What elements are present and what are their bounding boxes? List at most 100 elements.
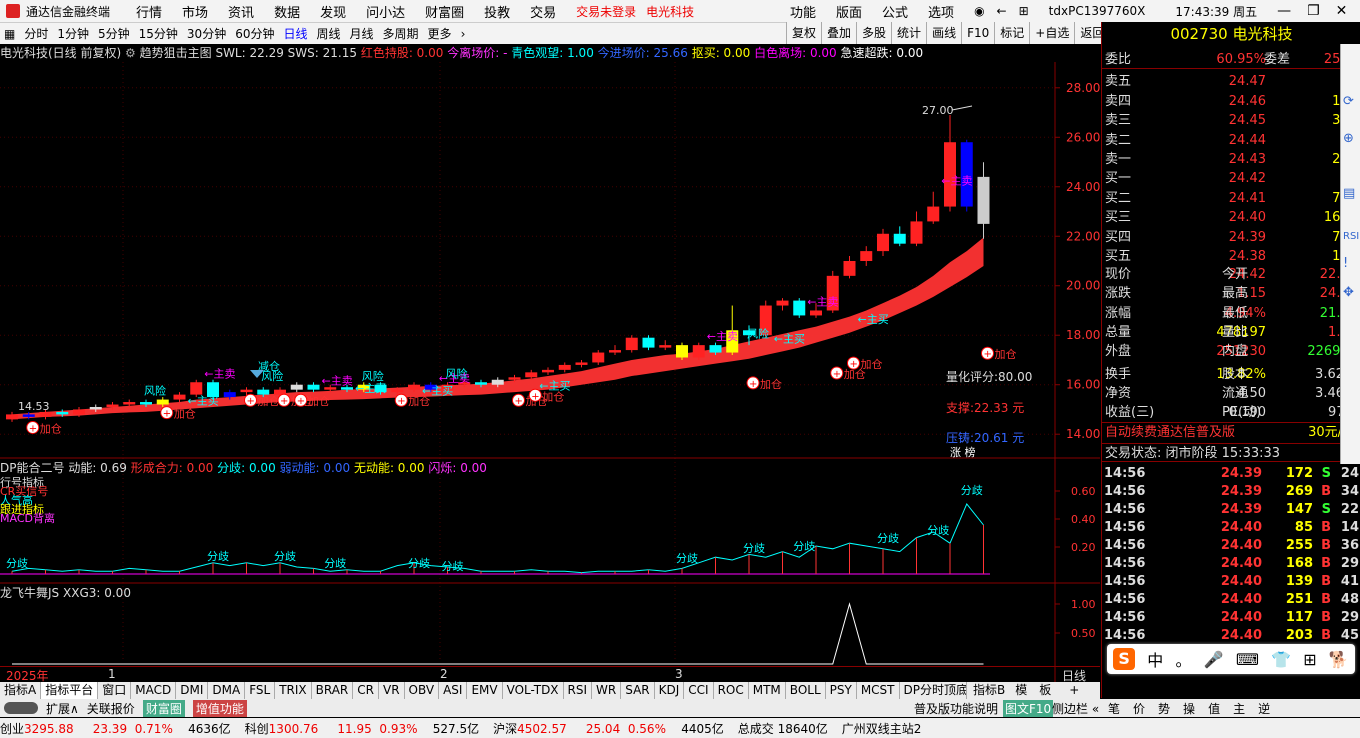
menu-formula[interactable]: 公式 <box>882 2 908 21</box>
indicator-tab[interactable]: MACD <box>131 682 177 699</box>
minimize-icon[interactable]: — <box>1277 3 1291 19</box>
side-refresh-icon[interactable]: ⟳ <box>1343 94 1360 109</box>
indicator-tab[interactable]: DMI <box>176 682 209 699</box>
bottom-fortune[interactable]: 财富圈 <box>142 699 185 717</box>
period-60min[interactable]: 60分钟 <box>235 25 274 42</box>
tool-f10[interactable]: F10 <box>961 22 994 44</box>
trade-status[interactable]: 交易未登录 <box>576 3 636 20</box>
menu-item-fortune[interactable]: 财富圈 <box>425 2 464 21</box>
ask-row[interactable]: 卖四24.46119 <box>1102 92 1360 111</box>
ime-mic-icon[interactable]: 🎤 <box>1204 650 1224 669</box>
indicator-tab[interactable]: 指标平台 <box>41 682 99 699</box>
menu-function[interactable]: 功能 <box>790 2 816 21</box>
tool-reverse[interactable]: 逆 <box>1258 700 1270 717</box>
tool-main[interactable]: 主 <box>1233 700 1245 717</box>
restore-icon[interactable]: ❐ <box>1307 3 1320 19</box>
gear-icon[interactable]: ⚙ <box>125 46 136 60</box>
grid-icon[interactable]: ▦ <box>4 27 15 41</box>
tool-multi[interactable]: 多股 <box>856 22 891 44</box>
bottom-addon[interactable]: 增值功能 <box>192 699 247 717</box>
bottom-guide[interactable]: 普及版功能说明 <box>914 700 998 717</box>
sub2-title[interactable]: 龙飞牛舞JS <box>0 586 59 600</box>
menu-item-xiaoda[interactable]: 问小达 <box>366 2 405 21</box>
index-quote[interactable]: 科创1300.76 11.95 0.93% 527.5亿 <box>245 720 479 737</box>
period-15min[interactable]: 15分钟 <box>139 25 178 42</box>
bid-row[interactable]: 买三24.401670 <box>1102 208 1360 227</box>
period-month[interactable]: 月线 <box>350 25 374 42</box>
period-multi[interactable]: 多周期 <box>383 25 419 42</box>
ask-row[interactable]: 卖五24.4741 <box>1102 72 1360 91</box>
ime-punct[interactable]: 。 <box>1176 647 1192 671</box>
bottom-sidebar[interactable]: 侧边栏 « <box>1052 700 1099 717</box>
kline-chart[interactable]: +加仓+加仓+加仓+加仓+加仓+加仓+加仓+加仓+加仓+加仓+加仓+加仓←主卖←… <box>0 62 1100 682</box>
side-chart-icon[interactable]: ▤ <box>1343 186 1360 201</box>
stock-link[interactable]: 电光科技 <box>646 3 694 20</box>
indicator-tab[interactable]: WR <box>592 682 622 699</box>
indicator-tab[interactable]: ASI <box>439 682 468 699</box>
ask-row[interactable]: 卖三24.45307 <box>1102 111 1360 130</box>
period-5min[interactable]: 5分钟 <box>98 25 130 42</box>
indicator-tab[interactable]: BRAR <box>312 682 354 699</box>
tool-operate[interactable]: 操 <box>1183 700 1195 717</box>
index-quote[interactable]: 沪深4502.57 25.04 0.56% 4405亿 <box>493 720 724 737</box>
menu-layout[interactable]: 版面 <box>836 2 862 21</box>
side-rsi-icon[interactable]: RSI <box>1343 231 1360 242</box>
indicator-tab[interactable]: MTM <box>749 682 786 699</box>
period-fenshi[interactable]: 分时 <box>24 25 48 42</box>
tool-pen[interactable]: 笔 <box>1108 700 1120 717</box>
bid-row[interactable]: 买五24.38164 <box>1102 247 1360 266</box>
tab-indicator-b[interactable]: 指标B <box>966 682 1011 699</box>
tool-value[interactable]: 值 <box>1208 700 1220 717</box>
indicator-tab[interactable]: TRIX <box>275 682 312 699</box>
tool-fq[interactable]: 复权 <box>786 22 821 44</box>
indicator-tab[interactable]: VOL-TDX <box>503 682 564 699</box>
rank-badge[interactable]: 涨 榜 <box>950 445 976 459</box>
ask-row[interactable]: 卖二24.4476 <box>1102 131 1360 150</box>
indicator-tab[interactable]: 指标A <box>0 682 42 699</box>
side-move-icon[interactable]: ✥ <box>1343 285 1360 300</box>
side-alert-icon[interactable]: ! <box>1343 256 1360 271</box>
menu-options[interactable]: 选项 <box>928 2 954 21</box>
promo-row[interactable]: 自动续费通达信普及版 30元/月 <box>1102 422 1360 441</box>
indicator-tab[interactable]: SAR <box>621 682 655 699</box>
ime-lang[interactable]: 中 <box>1147 647 1163 671</box>
tool-draw[interactable]: 画线 <box>926 22 961 44</box>
menu-item-discover[interactable]: 发现 <box>320 2 346 21</box>
bottom-f10[interactable]: 图文F10 <box>1003 699 1054 717</box>
indicator-tab[interactable]: ROC <box>714 682 749 699</box>
expand-toggle[interactable] <box>4 702 38 714</box>
tool-overlay[interactable]: 叠加 <box>821 22 856 44</box>
back-icon[interactable]: ← <box>997 4 1007 18</box>
indicator-tab[interactable]: PSY <box>826 682 857 699</box>
indicator-tab[interactable]: RSI <box>564 682 593 699</box>
lock-icon[interactable]: ⊞ <box>1019 4 1029 18</box>
indicator-tab[interactable]: DMA <box>208 682 246 699</box>
tab-template-2[interactable]: 板 <box>1031 682 1059 699</box>
ime-logo-icon[interactable]: S <box>1113 648 1136 670</box>
period-1min[interactable]: 1分钟 <box>57 25 89 42</box>
index-quote[interactable]: 创业3295.88 23.39 0.71% 4636亿 <box>0 720 231 737</box>
tool-mark[interactable]: 标记 <box>994 22 1029 44</box>
indicator-tab[interactable]: BOLL <box>786 682 826 699</box>
tab-add[interactable]: + <box>1059 682 1089 699</box>
tool-stats[interactable]: 统计 <box>891 22 926 44</box>
menu-item-market[interactable]: 市场 <box>182 2 208 21</box>
tool-price[interactable]: 价 <box>1133 700 1145 717</box>
bid-row[interactable]: 买一24.4243 <box>1102 169 1360 188</box>
tool-add-fav[interactable]: +自选 <box>1029 22 1074 44</box>
side-zoom-icon[interactable]: ⊕ <box>1343 131 1360 146</box>
menu-item-trade[interactable]: 交易 <box>530 2 556 21</box>
indicator-tab[interactable]: 窗口 <box>98 682 132 699</box>
indicator-tab[interactable]: CCI <box>684 682 714 699</box>
indicator-tab[interactable]: KDJ <box>655 682 685 699</box>
period-day[interactable]: 日线 <box>283 25 307 42</box>
indicator-name[interactable]: 趋势狙击主图 <box>140 46 212 60</box>
tool-trend[interactable]: 势 <box>1158 700 1170 717</box>
user-icon[interactable]: ◉ <box>974 4 984 18</box>
menu-item-edu[interactable]: 投教 <box>484 2 510 21</box>
bid-row[interactable]: 买四24.39718 <box>1102 228 1360 247</box>
indicator-tab[interactable]: MCST <box>857 682 900 699</box>
sub1-title[interactable]: DP能合二号 <box>0 461 64 475</box>
more-chevron-icon[interactable]: › <box>461 27 466 41</box>
period-more[interactable]: 更多 <box>428 25 452 42</box>
